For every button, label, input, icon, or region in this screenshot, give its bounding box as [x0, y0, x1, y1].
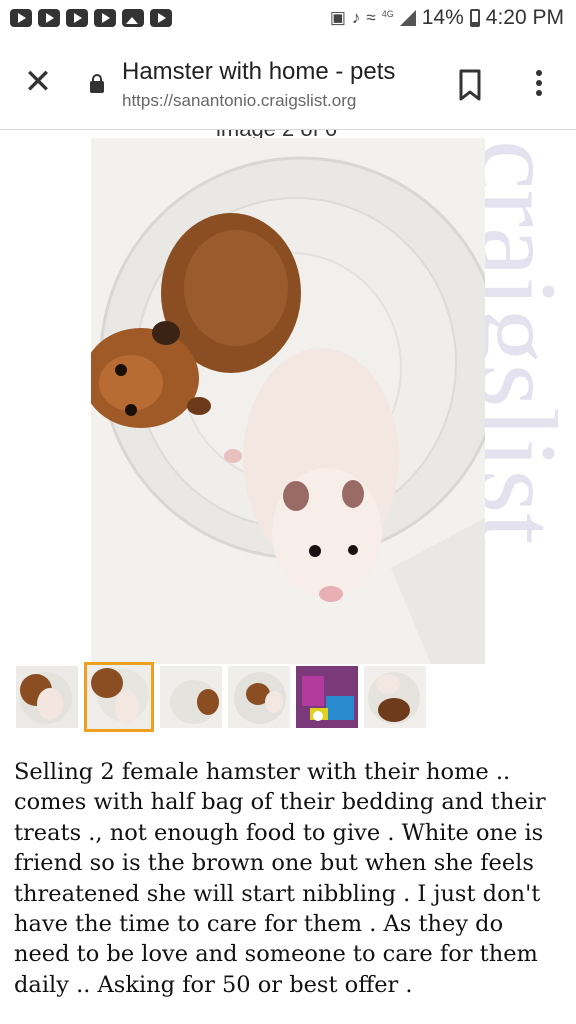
- youtube-icon: [66, 9, 88, 27]
- battery-percent: 14%: [421, 6, 464, 29]
- thumbnail-6[interactable]: [364, 666, 426, 728]
- gallery-icon: [122, 9, 144, 27]
- thumbnail-5[interactable]: [296, 666, 358, 728]
- status-bar: ▣ ♪ ≈ 4G 14% 4:20 PM: [0, 0, 576, 38]
- close-icon: ✕: [23, 63, 53, 101]
- browser-toolbar: ✕ Hamster with home - pets https://sanan…: [0, 38, 576, 130]
- signal-icon: [399, 10, 416, 26]
- thumbnail-4[interactable]: [228, 666, 290, 728]
- system-icons: ▣ ♪ ≈ 4G 14% 4:20 PM: [330, 6, 564, 30]
- clock: 4:20 PM: [485, 6, 564, 29]
- youtube-icon: [38, 9, 60, 27]
- notification-icons: [10, 9, 172, 27]
- listing-description: Selling 2 female hamster with their home…: [14, 759, 546, 998]
- menu-dot: [536, 90, 542, 96]
- thumbnail-strip: [16, 662, 426, 732]
- battery-icon: [469, 9, 480, 27]
- page-title: Hamster with home - pets: [122, 58, 396, 85]
- bookmark-button[interactable]: [455, 68, 485, 102]
- menu-dot: [536, 70, 542, 76]
- lock-icon: [90, 74, 104, 93]
- mute-icon: ♪: [351, 8, 361, 27]
- page-url[interactable]: https://sanantonio.craigslist.org: [122, 91, 356, 111]
- youtube-icon: [10, 9, 32, 27]
- youtube-icon: [94, 9, 116, 27]
- menu-dot: [536, 80, 542, 86]
- thumbnail-1[interactable]: [16, 666, 78, 728]
- thumbnail-3[interactable]: [160, 666, 222, 728]
- listing-main-image[interactable]: [91, 138, 485, 664]
- overflow-menu-button[interactable]: [522, 66, 556, 100]
- wifi-icon: ≈: [366, 8, 376, 27]
- thumbnail-2-selected[interactable]: [84, 662, 154, 732]
- close-button[interactable]: ✕: [20, 64, 56, 100]
- page-content: image 2 of 6 craigslist: [0, 130, 576, 1024]
- nfc-icon: ▣: [329, 8, 346, 27]
- youtube-icon: [150, 9, 172, 27]
- network-type: 4G: [381, 9, 394, 19]
- bookmark-icon: [459, 69, 481, 101]
